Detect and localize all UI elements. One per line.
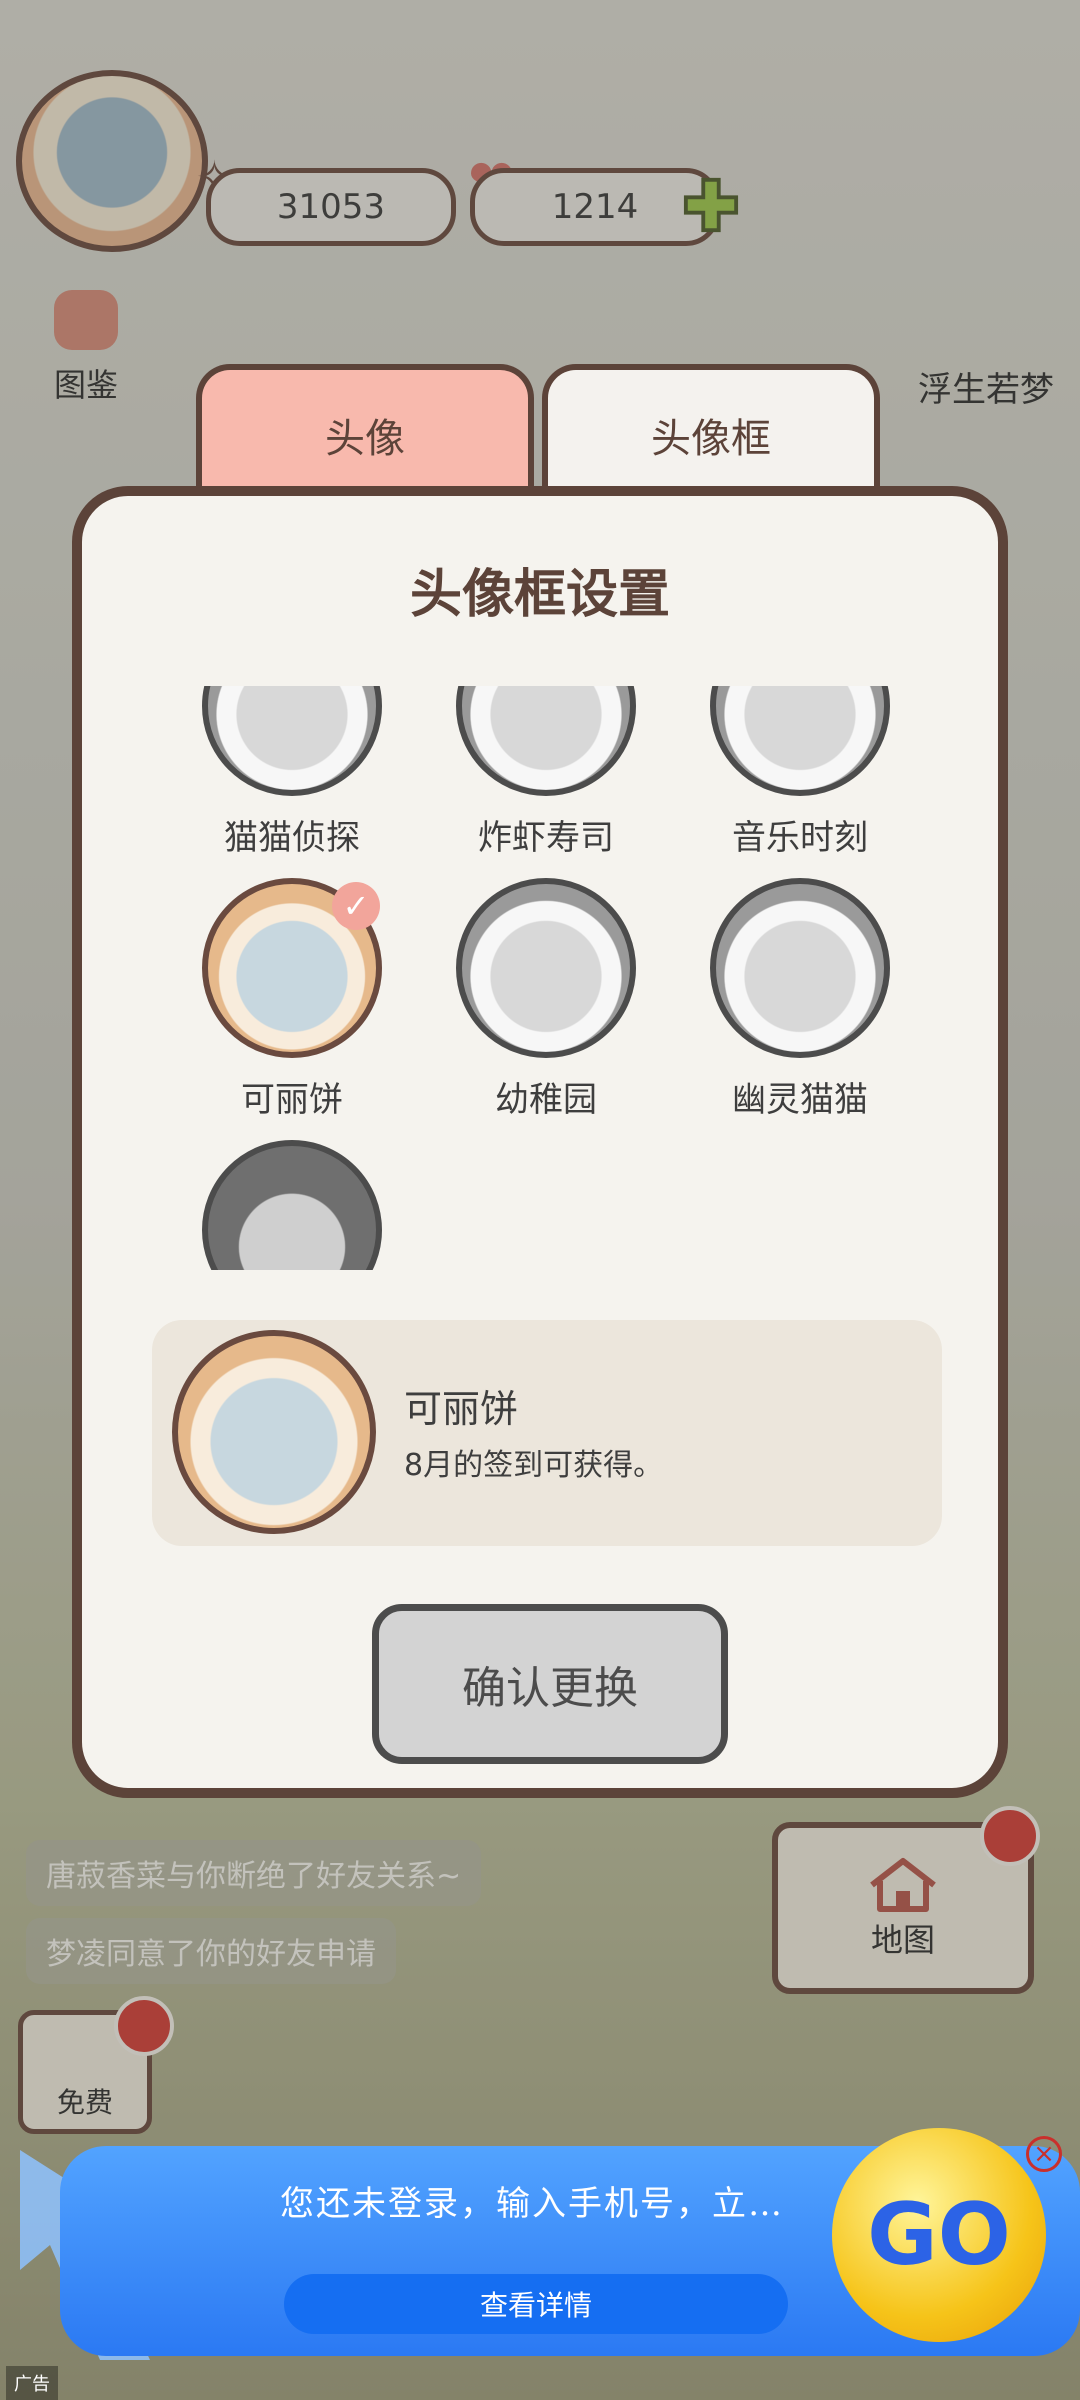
frame-item[interactable]: 音乐时刻 xyxy=(690,686,910,866)
modal-tabs: 头像 头像框 xyxy=(196,364,886,504)
frame-name: 幽灵猫猫 xyxy=(732,1080,868,1120)
detail-frame-description: 8月的签到可获得。 xyxy=(404,1448,664,1483)
ad-tag: 广告 xyxy=(6,2366,58,2400)
frame-item[interactable]: 猫猫侦探 xyxy=(182,686,402,866)
frame-detail-card: 可丽饼 8月的签到可获得。 xyxy=(152,1320,942,1546)
tab-avatar[interactable]: 头像 xyxy=(196,364,534,500)
tab-label: 头像框 xyxy=(651,416,771,462)
confirm-label: 确认更换 xyxy=(462,1663,638,1714)
frame-name: 音乐时刻 xyxy=(732,818,868,858)
frame-name: 幼稚园 xyxy=(495,1080,597,1120)
frame-thumbnail xyxy=(202,1140,382,1270)
frame-name: 炸虾寿司 xyxy=(478,818,614,858)
ad-text: 您还未登录，输入手机号，立… xyxy=(280,2184,784,2224)
frame-item-selected[interactable]: ✓ 可丽饼 xyxy=(182,878,402,1128)
frame-thumbnail xyxy=(202,686,382,796)
ad-details-label: 查看详情 xyxy=(479,2289,592,2322)
avatar-frame-dialog: 头像框设置 猫猫侦探 炸虾寿司 音乐时刻 ✓ 可丽饼 幼稚园 幽灵猫猫 可丽饼 … xyxy=(72,486,1008,1798)
frame-name: 可丽饼 xyxy=(241,1080,343,1120)
tab-label: 头像 xyxy=(325,416,405,462)
close-glyph: × xyxy=(1033,2139,1055,2169)
frame-item[interactable] xyxy=(182,1140,402,1270)
go-button[interactable]: GO xyxy=(832,2128,1046,2342)
go-label: GO xyxy=(867,2185,1011,2285)
frame-grid: 猫猫侦探 炸虾寿司 音乐时刻 ✓ 可丽饼 幼稚园 幽灵猫猫 xyxy=(182,686,952,1270)
confirm-change-button[interactable]: 确认更换 xyxy=(372,1604,728,1764)
tab-avatar-frame[interactable]: 头像框 xyxy=(542,364,880,500)
frame-thumbnail xyxy=(710,686,890,796)
frame-name: 猫猫侦探 xyxy=(224,818,360,858)
ad-details-button[interactable]: 查看详情 xyxy=(284,2274,788,2334)
frame-item[interactable]: 炸虾寿司 xyxy=(436,686,656,866)
detail-frame-name: 可丽饼 xyxy=(404,1387,519,1431)
frame-thumbnail xyxy=(710,878,890,1058)
selected-frame-preview xyxy=(172,1330,376,1534)
frame-thumbnail xyxy=(456,686,636,796)
dialog-title: 头像框设置 xyxy=(409,565,670,625)
check-icon: ✓ xyxy=(332,882,380,930)
frame-thumbnail xyxy=(456,878,636,1058)
close-icon[interactable]: × xyxy=(1026,2136,1062,2172)
frame-item[interactable]: 幼稚园 xyxy=(436,878,656,1128)
frame-item[interactable]: 幽灵猫猫 xyxy=(690,878,910,1128)
